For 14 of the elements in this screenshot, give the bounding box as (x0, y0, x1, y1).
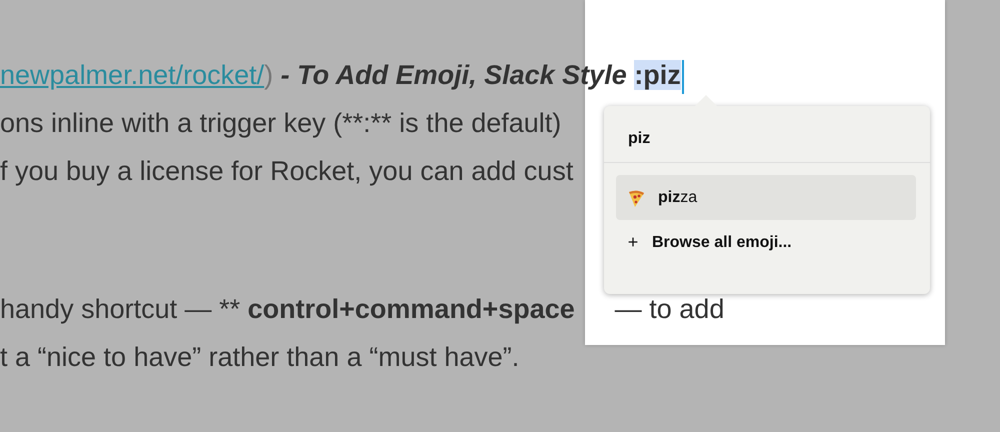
body-text: — to add (614, 294, 724, 324)
body-text: f you buy a license for Rocket, you can add cust (0, 156, 574, 186)
body-text: ons inline with a trigger key (**:** is the default) (0, 108, 562, 138)
body-text: t a “nice to have” rather than a “must have”. (0, 342, 520, 372)
pizza-icon (626, 188, 646, 208)
typed-query: :piz (634, 60, 681, 90)
shortcut-text: control+command+space (248, 294, 575, 324)
browse-all-item[interactable]: + Browse all emoji... (616, 220, 916, 265)
bracket-text: ) (264, 60, 274, 90)
text-cursor (682, 60, 684, 94)
search-query: piz (604, 106, 930, 163)
body-text: handy shortcut — ** (0, 294, 242, 324)
emoji-suggestion[interactable]: pizza (616, 175, 916, 220)
heading-text: - To Add Emoji, Slack Style (280, 60, 628, 90)
